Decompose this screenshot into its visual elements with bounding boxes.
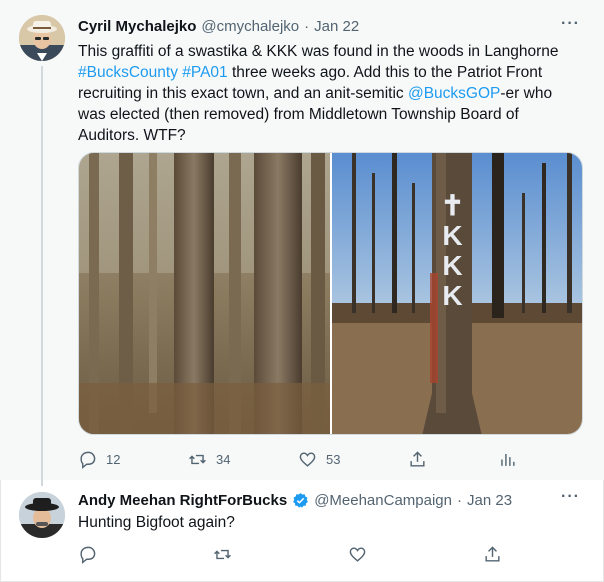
thread-connector-line bbox=[41, 66, 43, 486]
avatar[interactable] bbox=[19, 15, 65, 61]
retweet-button[interactable] bbox=[213, 545, 348, 564]
verified-badge-icon bbox=[293, 493, 309, 508]
reply-icon bbox=[80, 546, 96, 564]
avatar-andy-image bbox=[19, 492, 65, 538]
reply-actions bbox=[78, 543, 518, 565]
mention-link[interactable]: @BucksGOP bbox=[408, 85, 500, 102]
hashtag-link[interactable]: #BucksCounty bbox=[78, 64, 178, 81]
author-name[interactable]: Andy Meehan RightForBucks bbox=[78, 492, 287, 509]
author-name[interactable]: Cyril Mychalejko bbox=[78, 18, 196, 35]
share-icon bbox=[485, 545, 500, 562]
share-button[interactable] bbox=[408, 450, 498, 469]
tweet-media[interactable]: ✝KKK bbox=[78, 152, 583, 435]
separator-dot: · bbox=[304, 18, 310, 35]
heart-icon bbox=[299, 451, 316, 467]
analytics-icon bbox=[501, 453, 515, 466]
analytics-button[interactable] bbox=[498, 450, 518, 469]
like-button[interactable] bbox=[348, 545, 483, 564]
reply-text: Hunting Bigfoot again? bbox=[78, 514, 235, 531]
tweet-date[interactable]: Jan 22 bbox=[314, 18, 359, 35]
graffiti-text: ✝KKK bbox=[440, 190, 465, 311]
retweet-button[interactable]: 34 bbox=[188, 450, 298, 469]
reply-count: 12 bbox=[106, 451, 121, 467]
hashtag-link[interactable]: #PA01 bbox=[182, 64, 227, 81]
tweet-header: Cyril Mychalejko @cmychalejko · Jan 22 bbox=[78, 18, 359, 35]
tweet-text-part: This graffiti of a swastika & KKK was fo… bbox=[78, 43, 559, 60]
retweet-icon bbox=[214, 549, 231, 559]
author-handle[interactable]: @cmychalejko bbox=[201, 18, 299, 35]
more-icon[interactable]: ··· bbox=[561, 488, 580, 506]
tweet-text: This graffiti of a swastika & KKK was fo… bbox=[78, 41, 583, 146]
tweet-actions: 12 34 53 bbox=[78, 448, 518, 470]
more-icon[interactable]: ··· bbox=[561, 15, 580, 33]
separator-dot: · bbox=[457, 492, 462, 509]
retweet-icon bbox=[189, 454, 206, 464]
reply-header: Andy Meehan RightForBucks @MeehanCampaig… bbox=[78, 492, 512, 509]
share-button[interactable] bbox=[483, 545, 513, 564]
reply-icon bbox=[80, 451, 96, 469]
kkk-graffiti-tree-photo[interactable]: ✝KKK bbox=[331, 153, 582, 434]
woods-trees-photo[interactable] bbox=[79, 153, 330, 434]
avatar[interactable] bbox=[19, 492, 65, 538]
retweet-count: 34 bbox=[216, 451, 231, 467]
share-icon bbox=[410, 450, 425, 467]
avatar-cyril-image bbox=[19, 15, 65, 61]
tweet-date[interactable]: Jan 23 bbox=[467, 492, 512, 509]
author-handle[interactable]: @MeehanCampaign bbox=[314, 492, 452, 509]
like-count: 53 bbox=[326, 451, 341, 467]
reply-button[interactable] bbox=[78, 545, 213, 564]
heart-icon bbox=[349, 546, 366, 562]
reply-button[interactable]: 12 bbox=[78, 450, 188, 469]
woods-photo-image bbox=[79, 153, 330, 434]
like-button[interactable]: 53 bbox=[298, 450, 408, 469]
